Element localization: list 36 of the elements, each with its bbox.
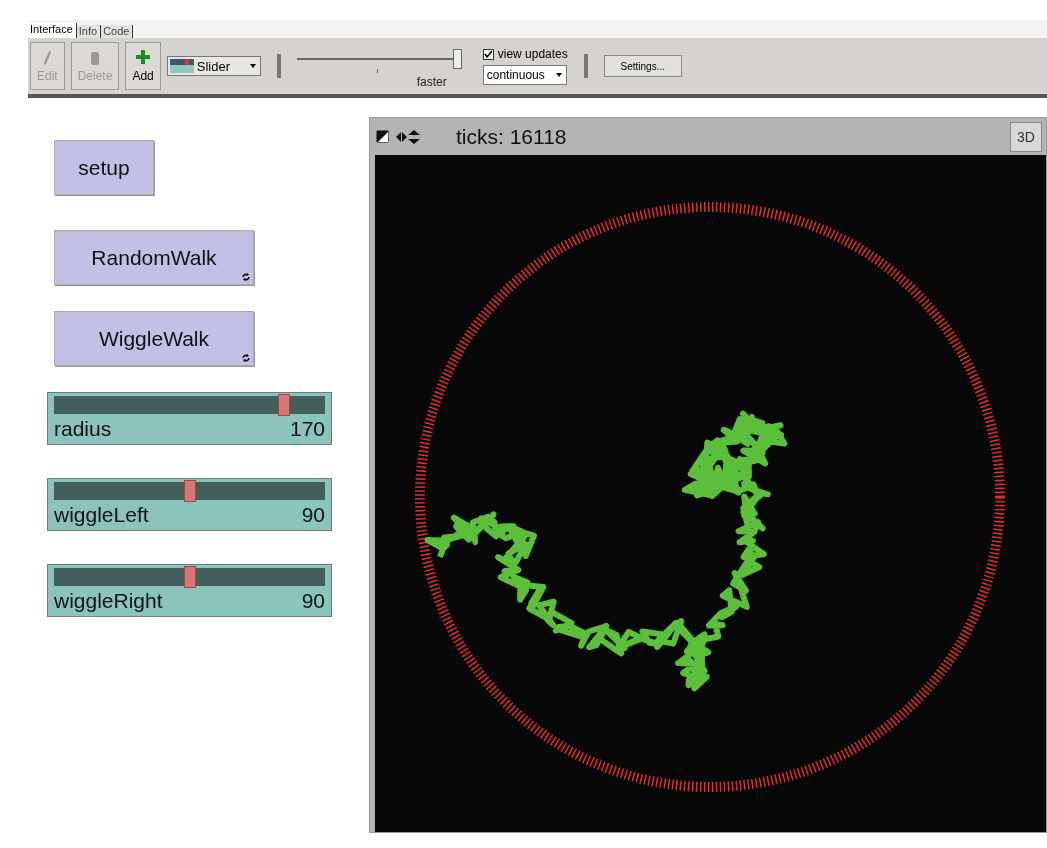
tab[interactable]: Code — [101, 25, 134, 38]
tab[interactable]: Info — [76, 25, 102, 38]
model-button[interactable]: RandomWalk — [54, 230, 254, 285]
speed-center-tick — [376, 69, 378, 73]
caret-icon — [249, 64, 256, 68]
slider-thumb[interactable] — [183, 480, 196, 502]
slider-widget-icon — [169, 59, 194, 73]
plus-icon — [136, 49, 151, 66]
slider-thumb[interactable] — [278, 394, 291, 416]
tab[interactable]: Interface — [28, 23, 77, 38]
ticks-counter: ticks: 16118 — [456, 124, 568, 149]
slider-label: wiggleRight — [54, 589, 163, 613]
update-mode-dropdown[interactable]: continuous — [482, 65, 567, 85]
view-updates-label: view updates — [497, 47, 568, 61]
slider-value: 170 — [289, 417, 325, 441]
3d-view-button[interactable]: 3D — [1010, 121, 1042, 152]
slider-thumb[interactable] — [183, 566, 196, 588]
slider-track[interactable] — [54, 396, 325, 414]
slider-track[interactable] — [54, 482, 325, 500]
slider-label: radius — [54, 417, 112, 441]
widget-type-label: Slider — [196, 58, 231, 74]
view-resize-arrows-icon[interactable] — [376, 129, 420, 144]
settings-button[interactable]: Settings... — [603, 55, 682, 77]
caret-icon — [555, 73, 562, 77]
speed-label: faster — [416, 75, 447, 89]
pencil-icon — [42, 49, 53, 66]
slider-track[interactable] — [54, 568, 325, 586]
model-button[interactable]: WiggleWalk — [54, 311, 254, 366]
slider-value: 90 — [301, 503, 325, 527]
slider-value: 90 — [301, 589, 325, 613]
widget-type-dropdown[interactable]: Slider — [166, 56, 261, 76]
speed-slider-thumb[interactable] — [452, 49, 462, 69]
model-button[interactable]: setup — [54, 140, 154, 195]
view-updates-checkbox[interactable] — [482, 48, 494, 60]
add-button[interactable]: Add — [125, 42, 161, 90]
slider-label: wiggleLeft — [54, 503, 149, 527]
